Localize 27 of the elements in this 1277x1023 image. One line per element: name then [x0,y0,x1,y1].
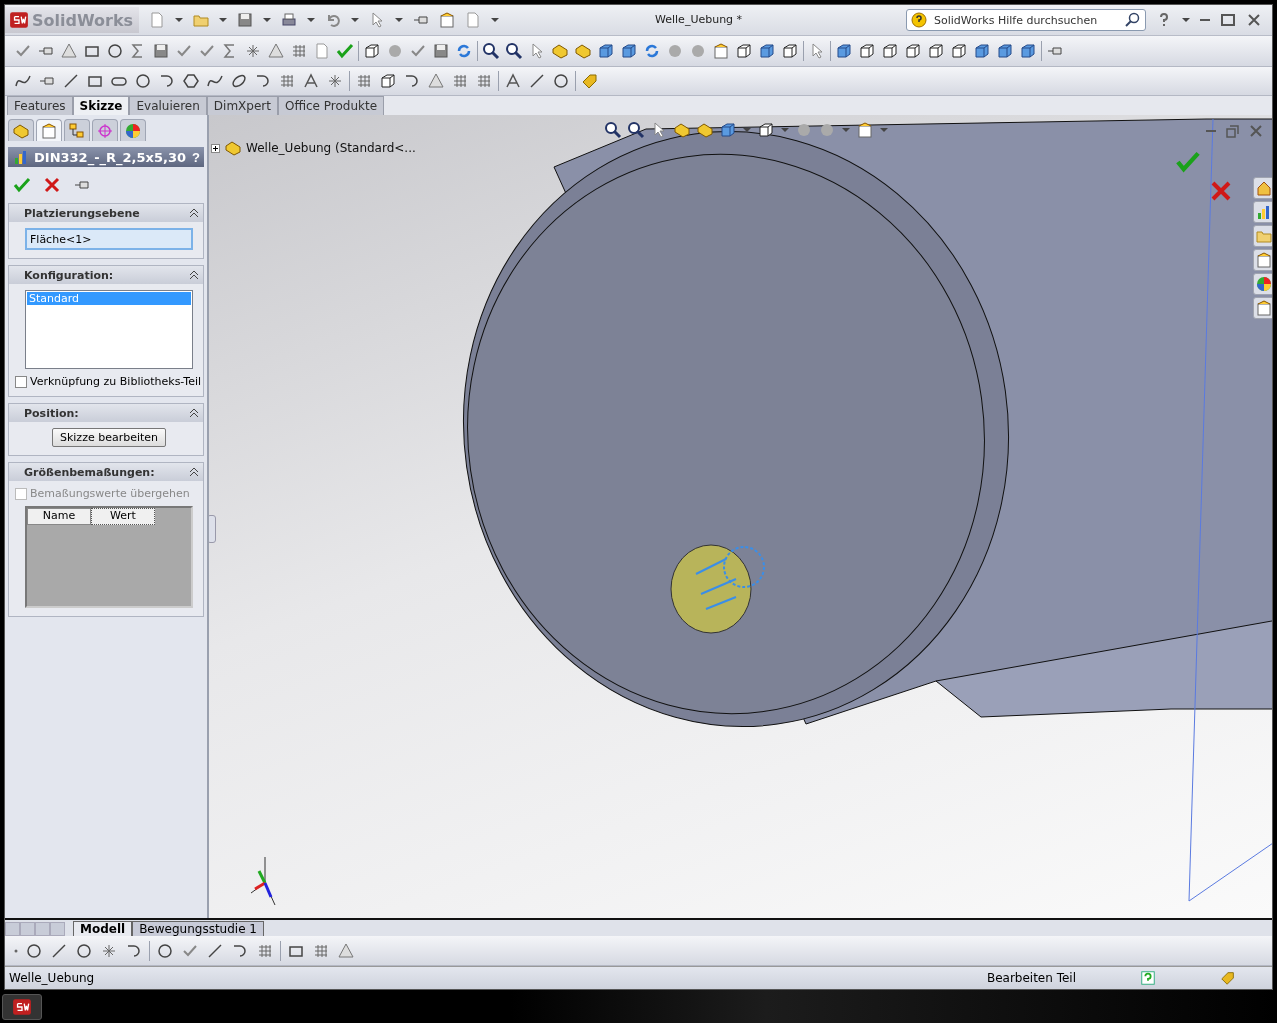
command-tab[interactable]: Skizze [72,96,130,115]
help-button[interactable]: ? [192,149,200,165]
document-name: Welle_Uebung [9,971,95,985]
column-header[interactable]: Name [27,508,91,525]
status-mode: Bearbeiten Teil [986,971,1076,985]
search-box[interactable]: SolidWorks Hilfe durchsuchen [906,9,1146,31]
model-tab[interactable]: Bewegungsstudie 1 [132,921,264,936]
command-tab[interactable]: Features [7,96,73,115]
section-title: Platzierungsebene [24,206,140,220]
model-tab[interactable]: Modell [73,921,133,936]
property-manager-title: DIN332_-_R_2,5x5,30 [34,149,188,165]
graphics-viewport[interactable]: Welle_Uebung (Standard<... [209,115,1272,918]
section-title: Konfiguration: [24,268,114,282]
window-title: Welle_Uebung * [655,13,743,26]
search-field[interactable]: SolidWorks Hilfe durchsuchen [932,12,1120,28]
section-title: Position: [24,406,79,420]
column-header[interactable]: Wert [91,508,155,525]
command-tab[interactable]: DimXpert [206,96,278,115]
selection-field[interactable]: Fläche<1> [25,228,193,250]
tree-item[interactable]: Welle_Uebung (Standard<... [246,141,416,155]
section-title: Größenbemaßungen: [24,465,155,479]
edit-sketch-button[interactable]: Skizze bearbeiten [51,428,167,447]
checkbox-label: Bemaßungswerte übergehen [30,487,190,500]
app-logo-text: SolidWorks [32,10,134,30]
command-tab[interactable]: Evaluieren [129,96,207,115]
command-tab[interactable]: Office Produkte [277,96,385,115]
checkbox-label: Verknüpfung zu Bibliotheks-Teil [30,375,202,388]
